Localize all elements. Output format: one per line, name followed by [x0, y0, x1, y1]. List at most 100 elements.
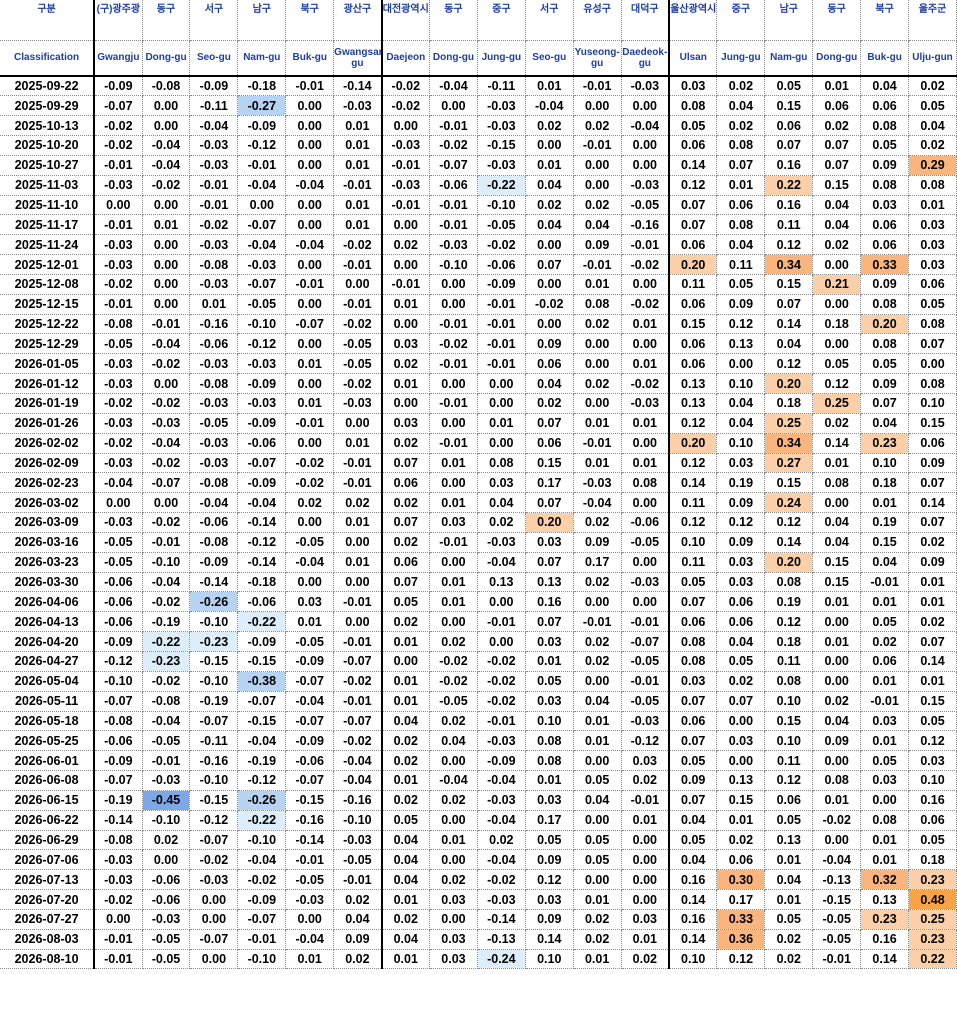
- value-cell: 0.16: [764, 195, 814, 216]
- date-cell: 2025-10-27: [0, 155, 96, 176]
- value-cell: 0.01: [621, 314, 671, 335]
- value-cell: -0.01: [477, 611, 526, 633]
- value-cell: 0.00: [525, 274, 574, 295]
- value-cell: -0.02: [477, 869, 526, 891]
- value-cell: 0.02: [381, 234, 430, 256]
- date-cell: 2026-03-09: [0, 512, 96, 533]
- value-cell: -0.04: [812, 849, 862, 871]
- value-cell: 0.04: [381, 929, 430, 950]
- value-cell: 0.05: [860, 611, 910, 633]
- value-cell: -0.04: [237, 234, 287, 256]
- value-cell: 0.00: [285, 214, 335, 236]
- value-cell: 0.02: [573, 631, 622, 652]
- value-cell: 0.01: [525, 76, 574, 97]
- value-cell: -0.12: [621, 730, 671, 752]
- value-cell: -0.14: [285, 830, 335, 851]
- value-cell: 0.01: [429, 453, 478, 474]
- value-cell: 0.07: [525, 552, 574, 573]
- value-cell: 0.00: [812, 333, 862, 355]
- value-cell: 0.00: [812, 492, 862, 514]
- value-cell: -0.01: [189, 175, 239, 196]
- value-cell: 0.04: [716, 631, 766, 652]
- value-cell: 0.07: [812, 155, 862, 176]
- value-cell: 0.02: [429, 631, 478, 652]
- date-cell: 2026-04-20: [0, 631, 96, 652]
- value-cell: 0.00: [525, 234, 574, 256]
- value-cell: 0.27: [764, 453, 814, 474]
- value-cell: -0.16: [189, 314, 239, 335]
- value-cell: 0.16: [669, 909, 718, 930]
- value-cell: -0.01: [142, 750, 191, 772]
- value-cell: 0.04: [525, 373, 574, 394]
- value-cell: 0.12: [525, 869, 574, 891]
- value-cell: 0.00: [429, 95, 478, 117]
- value-cell: 0.01: [525, 651, 574, 672]
- table-row: 2026-07-06 -0.03 0.00 -0.02 -0.04 -0.01 -0.05 0…: [0, 849, 957, 871]
- value-cell: -0.11: [189, 730, 239, 752]
- value-cell: -0.02: [333, 730, 383, 752]
- value-cell: 0.00: [621, 95, 671, 117]
- value-cell: -0.08: [142, 691, 191, 712]
- value-cell: 0.07: [525, 492, 574, 514]
- value-cell: 0.16: [764, 155, 814, 176]
- value-cell: -0.03: [94, 175, 143, 196]
- value-cell: -0.07: [142, 472, 191, 494]
- value-cell: 0.00: [429, 274, 478, 295]
- table-row: 2026-04-06 -0.06 -0.02 -0.26 -0.06 0.03 -0.01 0…: [0, 591, 957, 613]
- value-cell: -0.08: [94, 314, 143, 335]
- table-row: 2025-12-08 -0.02 0.00 -0.03 -0.07 -0.01 0.00 -0…: [0, 274, 957, 295]
- table-row: 2026-07-20 -0.02 -0.06 0.00 -0.09 -0.03 0.02 0.…: [0, 889, 957, 910]
- value-cell: 0.06: [764, 115, 814, 137]
- value-cell: 0.05: [669, 572, 718, 593]
- value-cell: -0.01: [812, 949, 862, 970]
- value-cell: -0.27: [237, 95, 287, 117]
- value-cell: 0.06: [908, 274, 957, 295]
- value-cell: 0.09: [860, 274, 910, 295]
- value-cell: -0.04: [573, 492, 622, 514]
- value-cell: 0.02: [381, 611, 430, 633]
- value-cell: 0.10: [908, 770, 957, 791]
- value-cell: -0.22: [477, 175, 526, 196]
- value-cell: -0.03: [477, 889, 526, 910]
- value-cell: -0.03: [237, 393, 287, 414]
- value-cell: 0.06: [860, 214, 910, 236]
- value-cell: 0.00: [621, 333, 671, 355]
- value-cell: -0.04: [333, 770, 383, 791]
- value-cell: -0.03: [189, 234, 239, 256]
- value-cell: -0.03: [189, 453, 239, 474]
- value-cell: -0.10: [142, 810, 191, 831]
- value-cell: 0.02: [621, 770, 671, 791]
- value-cell: 0.14: [669, 889, 718, 910]
- value-cell: 0.14: [764, 532, 814, 553]
- value-cell: 0.02: [812, 234, 862, 256]
- value-cell: -0.03: [142, 909, 191, 930]
- value-cell: 0.08: [525, 730, 574, 752]
- value-cell: -0.04: [477, 810, 526, 831]
- value-cell: -0.02: [94, 115, 143, 137]
- value-cell: 0.02: [525, 393, 574, 414]
- value-cell: 0.20: [764, 552, 814, 573]
- value-cell: 0.00: [812, 671, 862, 692]
- value-cell: -0.09: [477, 750, 526, 772]
- value-cell: 0.00: [573, 750, 622, 772]
- value-cell: 0.00: [573, 353, 622, 375]
- value-cell: 0.01: [142, 214, 191, 236]
- value-cell: 0.18: [860, 472, 910, 494]
- value-cell: 0.15: [812, 175, 862, 196]
- value-cell: 0.05: [525, 671, 574, 692]
- value-cell: -0.16: [333, 790, 383, 811]
- value-cell: -0.19: [94, 790, 143, 811]
- value-cell: -0.05: [333, 849, 383, 871]
- value-cell: 0.02: [573, 373, 622, 394]
- table-row: 2026-01-05 -0.03 -0.02 -0.03 -0.03 0.01 -0.05 0…: [0, 353, 957, 375]
- value-cell: 0.02: [381, 909, 430, 930]
- value-cell: 0.00: [285, 115, 335, 137]
- value-cell: -0.02: [142, 453, 191, 474]
- value-cell: -0.06: [189, 333, 239, 355]
- value-cell: -0.02: [142, 175, 191, 196]
- value-cell: 0.12: [716, 512, 766, 533]
- value-cell: -0.07: [285, 314, 335, 335]
- value-cell: 0.09: [908, 552, 957, 573]
- value-cell: 0.01: [381, 889, 430, 910]
- value-cell: 0.02: [573, 195, 622, 216]
